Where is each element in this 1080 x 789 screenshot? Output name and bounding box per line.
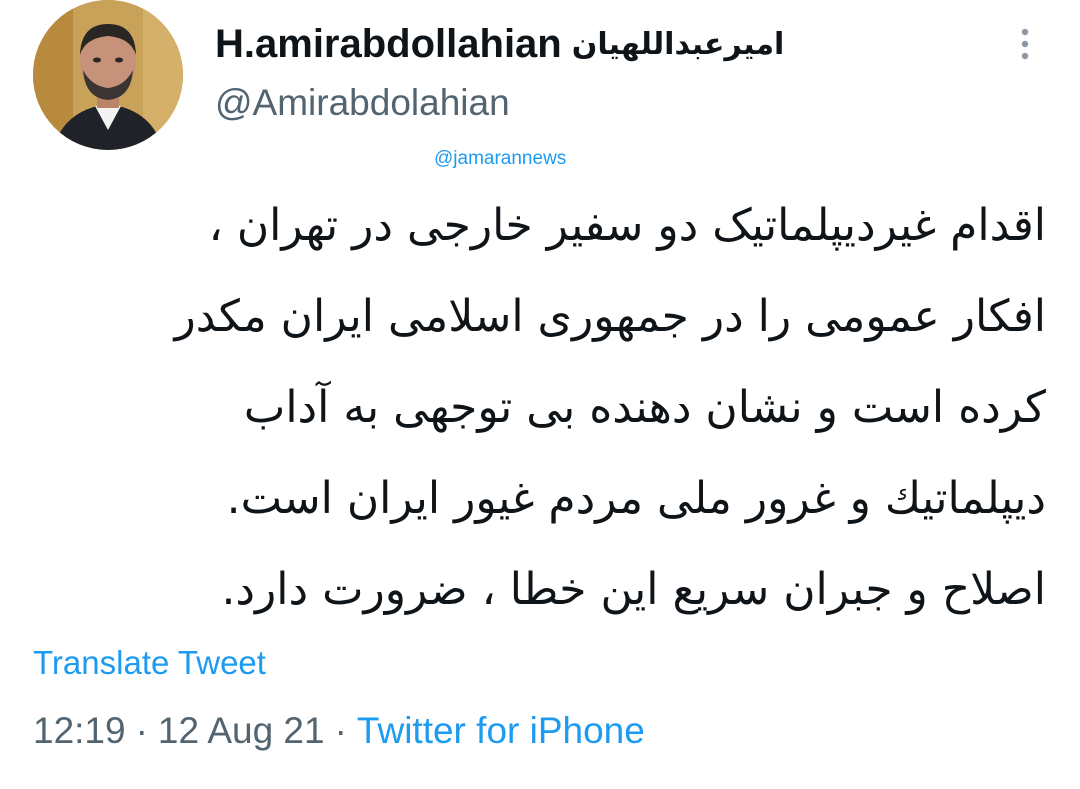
meta-separator: · — [135, 710, 148, 751]
tweet-line: اقدام غیردیپلماتیک دو سفیر خارجی در تهرا… — [208, 200, 1046, 251]
avatar[interactable] — [33, 0, 183, 150]
tweet-source-link[interactable]: Twitter for iPhone — [357, 710, 645, 752]
profile-photo-icon — [33, 0, 183, 150]
tweet-line: اصلاح و جبران سریع این خطا ، ضرورت دارد. — [221, 564, 1046, 615]
translate-tweet-link[interactable]: Translate Tweet — [33, 644, 266, 682]
tweet-date[interactable]: 12 Aug 21 — [158, 710, 325, 752]
tweet-line: دیپلماتيك و غرور ملی مردم غیور ایران است… — [226, 473, 1046, 524]
author-name-latin[interactable]: H.amirabdollahian — [215, 22, 562, 67]
meta-separator: · — [334, 710, 347, 751]
author-handle[interactable]: @Amirabdolahian — [215, 82, 510, 124]
tweet-text: اقدام غیردیپلماتیک دو سفیر خارجی در تهرا… — [30, 180, 1046, 635]
author-name[interactable]: H.amirabdollahian امیرعبداللهیان — [215, 16, 784, 72]
vertical-ellipsis-icon[interactable] — [1010, 24, 1040, 64]
author-name-persian[interactable]: امیرعبداللهیان — [572, 27, 785, 62]
tweet-line: افکار عمومی را در جمهوری اسلامی ایران مک… — [174, 291, 1046, 342]
tweet-line: کرده است و نشان دهنده بی توجهی به آداب — [243, 382, 1046, 433]
watermark: @jamarannews — [434, 148, 567, 169]
tweet-time[interactable]: 12:19 — [33, 710, 126, 752]
tweet-meta: 12:19 · 12 Aug 21 · Twitter for iPhone — [33, 710, 645, 752]
